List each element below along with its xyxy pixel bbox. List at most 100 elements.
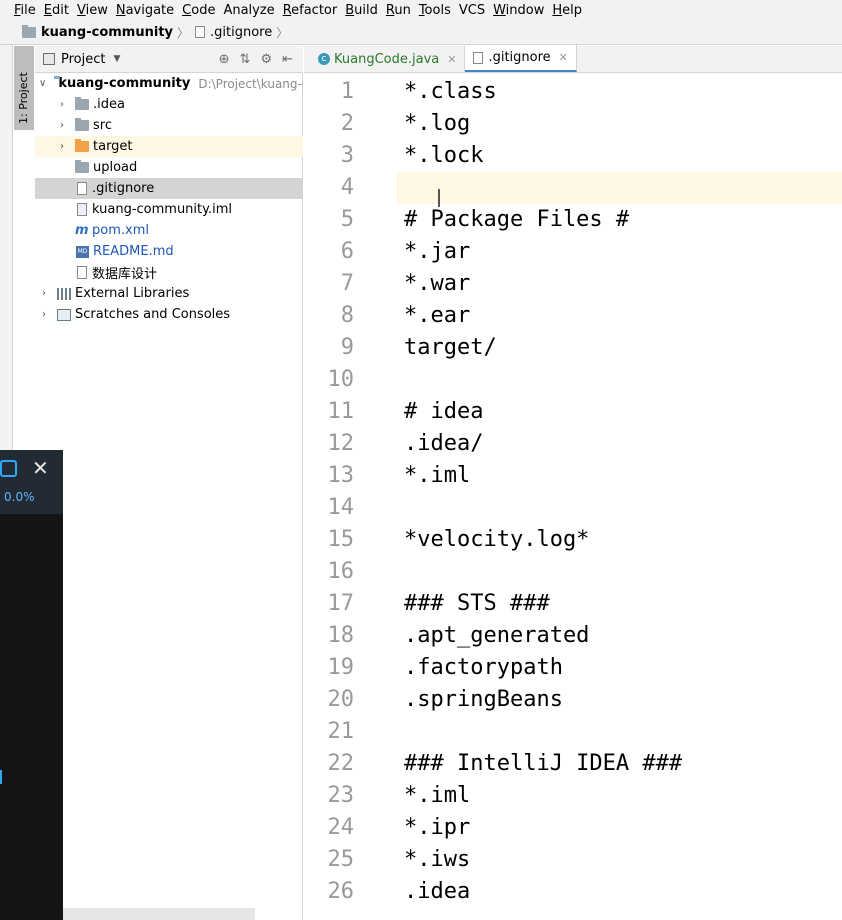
code-line[interactable]: .idea [404,876,470,908]
screen-capture-icon[interactable] [0,460,17,477]
tree-root-name: kuang-community [58,76,191,91]
menu-label: dit [52,2,69,18]
code-line[interactable]: *.lock [404,140,483,172]
code-line[interactable]: *.iws [404,844,470,876]
locate-file-icon[interactable]: ⊕ [219,52,230,67]
file-icon [195,26,206,38]
breadcrumb: kuang-community 〉 .gitignore 〉 [0,20,842,45]
menu-build[interactable]: Build [345,3,378,18]
code-line[interactable]: *.iml [404,780,470,812]
tree-item-label: target [93,139,133,154]
tree-item-iml[interactable]: kuang-community.iml [35,199,303,220]
collapse-all-icon[interactable]: ⇅ [240,52,251,67]
tree-item-label: kuang-community.iml [92,202,232,217]
menu-mnemonic: W [493,2,506,18]
code-line[interactable]: *.log [404,108,470,140]
menu-vcs[interactable]: VCS [459,3,485,18]
chevron-right-icon[interactable]: › [39,309,49,320]
tree-item-label: External Libraries [75,286,190,301]
code-line[interactable]: .idea/ [404,428,483,460]
code-line[interactable]: # Package Files # [404,204,629,236]
menu-mnemonic: H [552,2,563,18]
code-line[interactable]: # idea [404,396,483,428]
tree-item-upload[interactable]: upload [35,157,303,178]
project-tool-window-button[interactable]: 1: Project [14,46,34,130]
project-view-selector[interactable]: Project [61,52,105,67]
menu-help[interactable]: Help [552,3,582,18]
tree-item-scratches[interactable]: › Scratches and Consoles [35,304,303,325]
tree-item-target[interactable]: › target [35,136,303,157]
horizontal-scrollbar[interactable] [63,908,255,920]
chevron-down-icon[interactable]: ∨ [39,78,46,89]
tab-kuangcode-java[interactable]: c KuangCode.java ✕ [310,46,466,72]
code-line[interactable]: .springBeans [404,684,563,716]
code-line[interactable]: *.iml [404,460,470,492]
menu-label: indow [505,2,545,18]
breadcrumb-file[interactable]: .gitignore [210,25,272,40]
menu-run[interactable]: Run [386,3,411,18]
menu-window[interactable]: Window [493,3,544,18]
tab-label: .gitignore [488,50,551,65]
line-number: 2 [340,111,354,136]
overlay-percent: 0.0% [4,490,35,504]
line-number: 24 [327,815,355,840]
close-icon[interactable]: ✕ [32,456,49,480]
hide-panel-icon[interactable]: ⇤ [282,52,293,67]
tree-item-src[interactable]: › src [35,115,303,136]
menu-view[interactable]: View [77,3,108,18]
menu-code[interactable]: Code [182,3,215,18]
project-tree: ∨ kuang-community D:\Project\kuang-c › .… [35,73,303,920]
code-line[interactable]: .factorypath [404,652,563,684]
close-icon[interactable]: ✕ [447,53,456,66]
code-line[interactable]: target/ [404,332,497,364]
line-number-gutter: 1 2 3 4 5 6 7 8 9 10 11 12 13 14 15 16 17 18 19 20 21 22 23 24 2… [304,73,396,920]
tab-gitignore[interactable]: .gitignore ✕ [465,45,577,72]
code-line[interactable]: *.ipr [404,812,470,844]
menu-label: VCS [458,2,486,18]
tree-item-gitignore[interactable]: .gitignore [35,178,303,199]
code-line[interactable]: *.war [404,268,470,300]
line-number: 6 [340,239,354,264]
code-line[interactable]: *velocity.log* [404,524,589,556]
chevron-right-icon[interactable]: › [57,99,67,110]
menu-label: avigate [125,2,175,18]
chevron-right-icon[interactable]: › [57,141,67,152]
folder-icon [75,118,89,131]
tree-item-pom[interactable]: m pom.xml [35,220,303,241]
tree-item-idea[interactable]: › .idea [35,94,303,115]
menu-mnemonic: B [345,2,355,18]
menu-analyze[interactable]: Analyze [223,3,274,18]
dropdown-arrow-icon[interactable]: ▼ [113,54,120,64]
breadcrumb-project[interactable]: kuang-community [41,25,173,40]
tree-root[interactable]: ∨ kuang-community D:\Project\kuang-c [35,73,303,94]
tree-item-readme[interactable]: MD README.md [35,241,303,262]
indicator [0,770,2,784]
line-number: 3 [340,143,354,168]
code-line[interactable]: *.class [404,76,497,108]
code-editor[interactable]: 1 2 3 4 5 6 7 8 9 10 11 12 13 14 15 16 17 18 19 20 21 22 23 24 2… [304,73,842,920]
gear-icon[interactable]: ⚙ [260,52,272,67]
chevron-right-icon[interactable]: › [39,288,49,299]
code-line[interactable]: ### IntelliJ IDEA ### [404,748,682,780]
editor-tabs: c KuangCode.java ✕ .gitignore ✕ [304,45,842,73]
menu-refactor[interactable]: Refactor [283,3,338,18]
code-line[interactable]: *.jar [404,236,470,268]
line-number: 4 [340,175,354,200]
tree-item-label: upload [93,160,138,175]
menu-file[interactable]: File [14,3,36,18]
menu-navigate[interactable]: Navigate [116,3,174,18]
menu-edit[interactable]: Edit [44,3,69,18]
code-line[interactable]: ### STS ### [404,588,550,620]
tree-item-db-design[interactable]: 数据库设计 [35,262,303,283]
tree-item-external-libraries[interactable]: › External Libraries [35,283,303,304]
menu-mnemonic: R [282,2,292,18]
line-number: 5 [340,207,354,232]
code-line[interactable]: *.ear [404,300,470,332]
chevron-right-icon[interactable]: › [57,120,67,131]
code-line[interactable]: .apt_generated [404,620,589,652]
overlay-header: ✕ 0.0% [0,450,63,514]
menu-mnemonic: C [182,2,192,18]
menu-tools[interactable]: Tools [419,3,451,18]
menu-bar: File Edit View Navigate Code Analyze Refactor B… [0,0,842,20]
close-icon[interactable]: ✕ [559,51,568,64]
